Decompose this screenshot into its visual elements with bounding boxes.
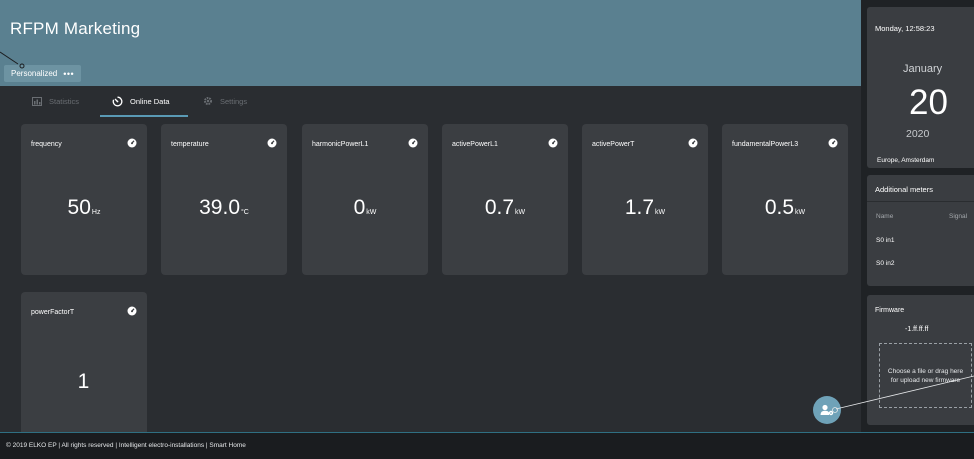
user-settings-icon <box>820 404 834 416</box>
tab-online-data[interactable]: Online Data <box>112 92 170 110</box>
tab-label: Statistics <box>49 96 80 106</box>
card-value: 0.7 <box>484 196 515 219</box>
card-unit: °C <box>241 209 249 216</box>
tab-label: Settings <box>220 96 248 106</box>
footer-text: © 2019 ELKO EP | All rights reserved | I… <box>6 442 246 449</box>
card-label: harmonicPowerL1 <box>312 141 369 148</box>
meter-row[interactable]: S0 in1 <box>876 237 894 244</box>
date-panel: Monday, 12:58:23 January 20 2020 Europe,… <box>867 7 974 168</box>
value-card[interactable]: activePowerL1 0.7kW <box>442 124 568 275</box>
value-card[interactable]: powerFactorT 1 <box>21 292 147 432</box>
tab-statistics[interactable]: Statistics <box>32 92 79 110</box>
timer-icon <box>112 96 123 106</box>
main-area: RFPM Marketing Personalized ••• Statisti… <box>0 0 861 432</box>
personalized-button[interactable]: Personalized ••• <box>4 65 82 82</box>
meter-row[interactable]: S0 in2 <box>876 260 894 267</box>
value-card[interactable]: activePowerT 1.7kW <box>582 124 708 275</box>
card-label: activePowerT <box>592 141 635 148</box>
value-card[interactable]: harmonicPowerL1 0kW <box>302 124 428 275</box>
gauge-icon[interactable] <box>548 138 558 148</box>
tab-settings[interactable]: Settings <box>203 92 247 110</box>
card-unit: Hz <box>91 209 101 216</box>
value-card[interactable]: temperature 39.0°C <box>161 124 287 275</box>
firmware-title: Firmware <box>875 307 905 314</box>
gauge-icon[interactable] <box>408 138 418 148</box>
chart-icon <box>32 96 42 106</box>
meters-col-signal: Signal <box>949 213 968 220</box>
gauge-icon[interactable] <box>127 306 137 316</box>
card-label: frequency <box>31 141 62 148</box>
app-title: RFPM Marketing <box>10 19 141 38</box>
gauge-icon[interactable] <box>127 138 137 148</box>
timezone: Europe, Amsterdam <box>877 157 935 164</box>
card-value: 1 <box>77 370 90 393</box>
date-month: January <box>903 63 943 75</box>
active-tab-indicator <box>100 115 188 117</box>
gauge-icon[interactable] <box>267 138 277 148</box>
card-value: 39.0 <box>199 196 240 219</box>
meters-title: Additional meters <box>875 185 933 194</box>
card-value: 0.5 <box>764 196 795 219</box>
card-value: 1.7 <box>624 196 655 219</box>
tab-bar: Statistics Online Data Settings <box>0 86 861 116</box>
tab-label: Online Data <box>130 96 170 106</box>
gauge-icon[interactable] <box>828 138 838 148</box>
gauge-icon[interactable] <box>688 138 698 148</box>
additional-meters-panel: Additional meters Name Signal S0 in1 S0 … <box>867 175 974 286</box>
card-label: powerFactorT <box>31 309 75 316</box>
card-label: fundamentalPowerL3 <box>732 141 799 148</box>
add-user-button[interactable] <box>813 396 841 424</box>
footer: © 2019 ELKO EP | All rights reserved | I… <box>0 432 974 459</box>
firmware-panel: Firmware -1.ff.ff.ff Choose a file or dr… <box>867 295 974 425</box>
right-sidebar: Monday, 12:58:23 January 20 2020 Europe,… <box>861 0 974 432</box>
card-unit: kW <box>795 209 806 216</box>
date-year: 2020 <box>906 128 930 140</box>
value-card[interactable]: frequency 50Hz <box>21 124 147 275</box>
firmware-version: -1.ff.ff.ff <box>905 326 929 333</box>
card-label: activePowerL1 <box>452 141 498 148</box>
meters-col-name: Name <box>876 213 894 220</box>
app-header: RFPM Marketing Personalized ••• <box>0 0 861 86</box>
card-label: temperature <box>171 141 209 148</box>
card-value: 0 <box>353 196 366 219</box>
gear-icon <box>204 97 212 105</box>
date-day: 20 <box>909 83 948 122</box>
firmware-dropzone[interactable]: Choose a file or drag here for upload ne… <box>879 343 972 408</box>
more-icon[interactable]: ••• <box>63 69 74 79</box>
personalized-label: Personalized <box>11 69 58 78</box>
card-unit: kW <box>655 209 666 216</box>
divider <box>867 201 974 202</box>
current-datetime: Monday, 12:58:23 <box>875 24 935 33</box>
value-card[interactable]: fundamentalPowerL3 0.5kW <box>722 124 848 275</box>
card-value: 50 <box>67 196 91 219</box>
card-unit: kW <box>515 209 526 216</box>
card-unit: kW <box>366 209 377 216</box>
